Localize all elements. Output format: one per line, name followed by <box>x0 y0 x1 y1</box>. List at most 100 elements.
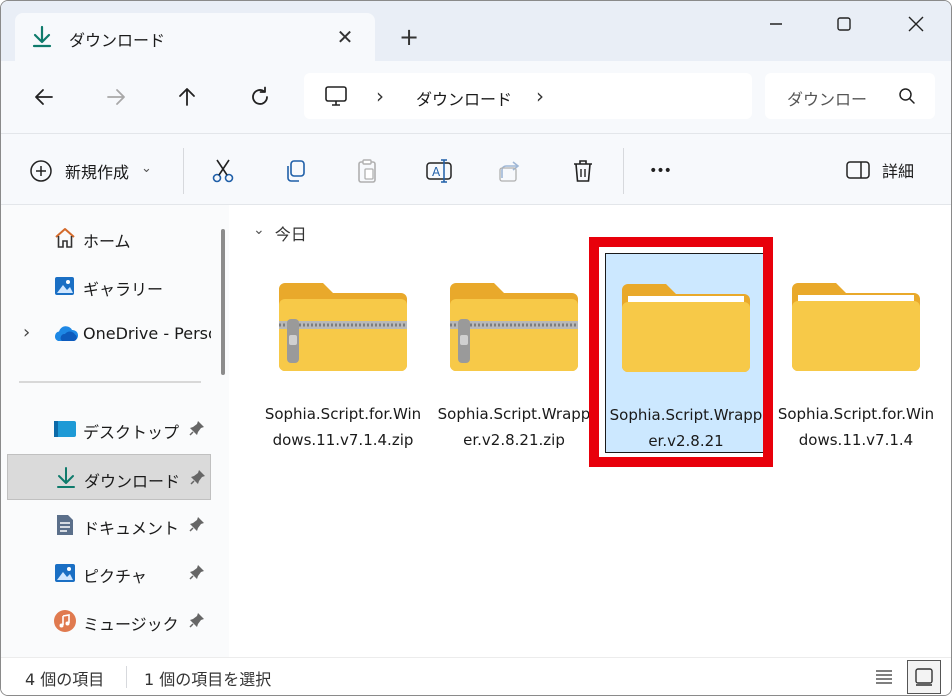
sidebar-item-label: ドキュメント <box>83 519 180 538</box>
navigation-bar: › ダウンロード › ダウンロー <box>1 61 951 133</box>
refresh-icon <box>252 86 268 105</box>
sidebar-item-pictures[interactable]: ピクチャ <box>7 550 211 596</box>
sidebar-item-gallery[interactable]: ギャラリー <box>7 263 211 309</box>
copy-button[interactable] <box>280 156 310 186</box>
close-tab-icon[interactable]: ✕ <box>331 23 359 51</box>
sidebar-item-label: ダウンロード <box>84 472 181 491</box>
status-divider <box>126 666 127 688</box>
file-name: Sophia.Script.for.Windows.11.v7.1.4 <box>777 405 935 449</box>
close-window-button[interactable] <box>893 7 939 41</box>
pin-icon[interactable] <box>189 516 205 536</box>
file-item[interactable]: Sophia.Script.for.Windows.11.v7.1.4 <box>776 253 936 453</box>
details-pane-icon <box>846 161 870 179</box>
this-pc-icon[interactable] <box>324 85 348 111</box>
arrow-up-icon <box>179 88 195 106</box>
minimize-button[interactable] <box>753 7 799 41</box>
list-view-icon <box>876 670 892 684</box>
more-options-icon[interactable]: ••• <box>645 156 675 186</box>
zip-folder-icon <box>450 269 578 377</box>
cut-button[interactable] <box>208 156 238 186</box>
scissors-icon <box>212 159 234 183</box>
sidebar-divider <box>19 381 201 383</box>
rename-icon: A <box>426 159 452 183</box>
onedrive-cloud-icon <box>53 322 79 346</box>
trash-icon <box>574 160 592 182</box>
document-icon <box>53 513 77 537</box>
sidebar-item-onedrive[interactable]: › OneDrive - Perso <box>7 311 211 357</box>
share-icon <box>499 161 520 182</box>
download-icon <box>54 466 78 490</box>
pin-icon[interactable] <box>189 420 205 440</box>
toolbar-divider <box>623 148 624 194</box>
sidebar-item-label: ピクチャ <box>83 567 147 586</box>
maximize-icon <box>837 17 851 31</box>
refresh-button[interactable] <box>242 79 278 115</box>
details-view-button[interactable] <box>867 660 901 694</box>
paste-icon <box>358 159 376 183</box>
sidebar-item-label: デスクトップ <box>83 423 180 442</box>
large-icons-view-button[interactable] <box>907 660 941 694</box>
rename-button[interactable]: A <box>424 156 454 186</box>
new-button[interactable]: 新規作成 ⌄ <box>29 158 152 184</box>
gallery-icon <box>53 274 77 298</box>
file-name: Sophia.Script.Wrapper.v2.8.21.zip <box>437 405 591 449</box>
up-button[interactable] <box>169 79 205 115</box>
file-explorer-window: ダウンロード ✕ + › ダウンロード › ダウンロー 新規作成 ⌄ A •••… <box>0 0 952 696</box>
home-icon <box>53 226 77 250</box>
search-box[interactable]: ダウンロー <box>765 73 935 119</box>
chevron-right-icon[interactable]: › <box>23 322 30 343</box>
command-bar: 新規作成 ⌄ A ••• 詳細 <box>1 133 951 205</box>
details-pane-button[interactable]: 詳細 <box>846 158 914 182</box>
folder-icon <box>622 270 750 378</box>
sidebar-item-label: ミュージック <box>83 615 179 634</box>
folder-icon <box>792 269 920 377</box>
arrow-left-icon <box>35 89 53 105</box>
chevron-down-icon: ⌄ <box>141 160 152 176</box>
plus-circle-icon <box>30 160 52 182</box>
paste-button[interactable] <box>352 156 382 186</box>
address-bar[interactable]: › ダウンロード › <box>304 73 752 119</box>
group-header-today[interactable]: ⌄ 今日 <box>253 221 307 245</box>
tab-downloads[interactable]: ダウンロード ✕ <box>15 13 375 61</box>
back-button[interactable] <box>26 79 62 115</box>
tab-title: ダウンロード <box>69 31 166 50</box>
pin-icon[interactable] <box>189 564 205 584</box>
sidebar-item-label: ホーム <box>83 232 131 251</box>
navigation-pane: ホーム ギャラリー › OneDrive - Perso デスクトップ ダウンロ… <box>1 205 229 657</box>
delete-button[interactable] <box>568 156 598 186</box>
breadcrumb-downloads[interactable]: ダウンロード <box>416 86 512 110</box>
breadcrumb-separator[interactable]: › <box>376 84 384 108</box>
sidebar-item-downloads[interactable]: ダウンロード <box>7 454 211 500</box>
toolbar-divider <box>183 148 184 194</box>
group-label: 今日 <box>274 225 307 244</box>
file-item[interactable]: Sophia.Script.Wrapper.v2.8.21.zip <box>434 253 594 453</box>
new-tab-button[interactable]: + <box>395 23 423 51</box>
picture-icon <box>53 561 77 585</box>
svg-text:A: A <box>432 165 441 179</box>
pin-icon[interactable] <box>190 469 206 489</box>
sidebar-item-documents[interactable]: ドキュメント <box>7 502 211 548</box>
search-input[interactable]: ダウンロー <box>787 86 867 110</box>
sidebar-item-label: OneDrive - Perso <box>83 324 211 343</box>
pin-icon[interactable] <box>189 612 205 632</box>
maximize-button[interactable] <box>821 7 867 41</box>
breadcrumb-separator[interactable]: › <box>536 84 544 108</box>
sidebar-item-desktop[interactable]: デスクトップ <box>7 406 211 452</box>
status-bar: 4 個の項目 1 個の項目を選択 <box>1 657 951 695</box>
file-item-selected[interactable]: Sophia.Script.Wrapper.v2.8.21 <box>605 253 765 453</box>
sidebar-scrollbar[interactable] <box>221 229 225 375</box>
minimize-icon <box>770 23 782 25</box>
download-icon <box>31 25 53 49</box>
sidebar-item-music[interactable]: ミュージック <box>7 598 211 644</box>
new-button-label: 新規作成 <box>65 163 130 182</box>
share-button[interactable] <box>496 156 526 186</box>
arrow-right-icon <box>107 89 125 105</box>
chevron-down-icon: ⌄ <box>253 222 265 238</box>
forward-button[interactable] <box>98 79 134 115</box>
title-bar: ダウンロード ✕ + <box>1 1 951 61</box>
details-label: 詳細 <box>882 162 915 181</box>
sidebar-item-home[interactable]: ホーム <box>7 215 211 261</box>
close-icon <box>908 16 924 32</box>
zip-folder-icon <box>279 269 407 377</box>
file-item[interactable]: Sophia.Script.for.Windows.11.v7.1.4.zip <box>263 253 423 453</box>
